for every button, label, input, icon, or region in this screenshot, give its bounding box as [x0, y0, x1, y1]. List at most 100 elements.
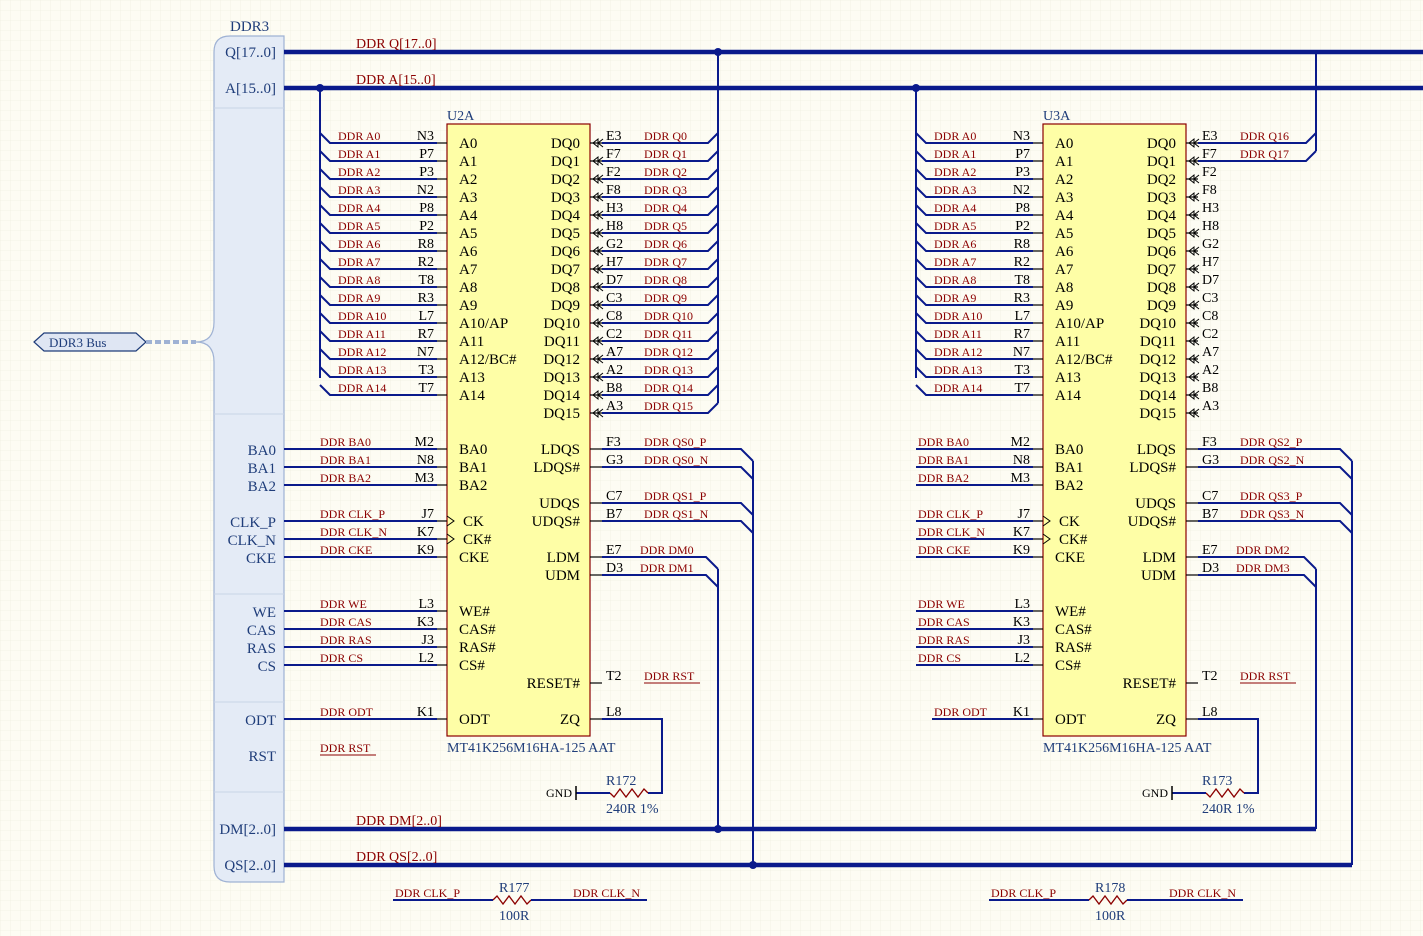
net-label-ddr-a1[interactable]: DDR A1 — [338, 147, 380, 161]
net-label-ddr-a6[interactable]: DDR A6 — [338, 237, 380, 251]
harness-entry-ba2[interactable]: BA2 — [248, 479, 276, 495]
net-label-ddr-ras[interactable]: DDR RAS — [320, 633, 372, 647]
net-label-ddr-qs3-p[interactable]: DDR QS3_P — [1240, 489, 1303, 503]
harness-entry-clk-n[interactable]: CLK_N — [228, 533, 277, 549]
net-label-ddr-a9[interactable]: DDR A9 — [934, 291, 976, 305]
net-label-ddr-a5[interactable]: DDR A5 — [934, 219, 976, 233]
harness-entry-odt[interactable]: ODT — [245, 713, 276, 729]
net-label-ddr-q6[interactable]: DDR Q6 — [644, 237, 687, 251]
net-label-ddr-a13[interactable]: DDR A13 — [934, 363, 982, 377]
harness-entry-clk-p[interactable]: CLK_P — [230, 515, 276, 531]
net-label-ddr-odt[interactable]: DDR ODT — [934, 705, 988, 719]
harness-entry-ba0[interactable]: BA0 — [248, 443, 276, 459]
net-label-ddr-a7[interactable]: DDR A7 — [338, 255, 380, 269]
net-label-ddr-odt[interactable]: DDR ODT — [320, 705, 374, 719]
harness-entry-q-17-0[interactable]: Q[17..0] — [225, 45, 276, 61]
net-label-ddr-a0[interactable]: DDR A0 — [934, 129, 976, 143]
net-label-ddr-clk-p[interactable]: DDR CLK_P — [395, 886, 460, 900]
net-label-ddr-a8[interactable]: DDR A8 — [338, 273, 380, 287]
net-label-ddr-clk-p[interactable]: DDR CLK_P — [320, 507, 385, 521]
net-label-ddr-qs2-p[interactable]: DDR QS2_P — [1240, 435, 1303, 449]
net-label-ddr-q13[interactable]: DDR Q13 — [644, 363, 693, 377]
harness-entry-we[interactable]: WE — [253, 605, 276, 621]
net-label-ddr-dm3[interactable]: DDR DM3 — [1236, 561, 1290, 575]
net-label-ddr-a11[interactable]: DDR A11 — [934, 327, 982, 341]
net-label-ddr-a3[interactable]: DDR A3 — [338, 183, 380, 197]
net-label-ddr-ba2[interactable]: DDR BA2 — [918, 471, 969, 485]
net-label-ddr-q16[interactable]: DDR Q16 — [1240, 129, 1289, 143]
net-label-ddr-a9[interactable]: DDR A9 — [338, 291, 380, 305]
net-label-ddr-a2[interactable]: DDR A2 — [338, 165, 380, 179]
net-label-ddr-a6[interactable]: DDR A6 — [934, 237, 976, 251]
net-label-ddr-cke[interactable]: DDR CKE — [320, 543, 372, 557]
net-label-ddr-we[interactable]: DDR WE — [918, 597, 965, 611]
net-label-ddr-a13[interactable]: DDR A13 — [338, 363, 386, 377]
harness-entry-cas[interactable]: CAS — [247, 623, 276, 639]
net-label-ddr-ba0[interactable]: DDR BA0 — [918, 435, 969, 449]
harness-entry-a-15-0[interactable]: A[15..0] — [225, 81, 276, 97]
net-label-ddr-a4[interactable]: DDR A4 — [338, 201, 380, 215]
net-label-ddr-qs1-p[interactable]: DDR QS1_P — [644, 489, 707, 503]
harness-entry-qs-2-0[interactable]: QS[2..0] — [224, 858, 276, 874]
net-label-ddr-we[interactable]: DDR WE — [320, 597, 367, 611]
net-label-ddr-a3[interactable]: DDR A3 — [934, 183, 976, 197]
net-label-ddr-cke[interactable]: DDR CKE — [918, 543, 970, 557]
net-label-ddr-cs[interactable]: DDR CS — [918, 651, 961, 665]
net-label-ddr-q1[interactable]: DDR Q1 — [644, 147, 687, 161]
net-label-ddr-ba1[interactable]: DDR BA1 — [918, 453, 969, 467]
harness-entry-ras[interactable]: RAS — [247, 641, 276, 657]
net-label-ddr-a10[interactable]: DDR A10 — [934, 309, 982, 323]
net-label-ddr-a5[interactable]: DDR A5 — [338, 219, 380, 233]
harness-entry-rst[interactable]: RST — [248, 749, 276, 765]
net-label-ddr-a7[interactable]: DDR A7 — [934, 255, 976, 269]
net-label-ddr-q17[interactable]: DDR Q17 — [1240, 147, 1289, 161]
harness-entry-ba1[interactable]: BA1 — [248, 461, 276, 477]
net-label-ddr-q11[interactable]: DDR Q11 — [644, 327, 693, 341]
harness-entry-cs[interactable]: CS — [258, 659, 276, 675]
net-label-ddr-q7[interactable]: DDR Q7 — [644, 255, 687, 269]
net-label-ddr-q9[interactable]: DDR Q9 — [644, 291, 687, 305]
net-label-ddr-clk-n[interactable]: DDR CLK_N — [918, 525, 985, 539]
net-label-ddr-qs1-n[interactable]: DDR QS1_N — [644, 507, 709, 521]
net-label-ddr-a11[interactable]: DDR A11 — [338, 327, 386, 341]
net-label-ddr-qs0-p[interactable]: DDR QS0_P — [644, 435, 707, 449]
net-label-ddr-dm1[interactable]: DDR DM1 — [640, 561, 694, 575]
net-label-ddr-a8[interactable]: DDR A8 — [934, 273, 976, 287]
net-label-ddr-rst[interactable]: DDR RST — [1240, 669, 1291, 683]
net-label-ddr-clk-n[interactable]: DDR CLK_N — [1169, 886, 1236, 900]
net-label-ddr-q14[interactable]: DDR Q14 — [644, 381, 693, 395]
net-label-ddr-ras[interactable]: DDR RAS — [918, 633, 970, 647]
net-label-ddr-cas[interactable]: DDR CAS — [918, 615, 970, 629]
net-label-ddr-q12[interactable]: DDR Q12 — [644, 345, 693, 359]
net-label-ddr-a0[interactable]: DDR A0 — [338, 129, 380, 143]
net-label-ddr-clk-n[interactable]: DDR CLK_N — [573, 886, 640, 900]
net-label-ddr-a12[interactable]: DDR A12 — [338, 345, 386, 359]
net-label-ddr-q5[interactable]: DDR Q5 — [644, 219, 687, 233]
net-label-ddr-qs0-n[interactable]: DDR QS0_N — [644, 453, 709, 467]
net-label-ddr-clk-p[interactable]: DDR CLK_P — [918, 507, 983, 521]
net-label-ddr-a12[interactable]: DDR A12 — [934, 345, 982, 359]
net-label-ddr-dm0[interactable]: DDR DM0 — [640, 543, 694, 557]
net-label-ddr-q15[interactable]: DDR Q15 — [644, 399, 693, 413]
net-label-ddr-ba1[interactable]: DDR BA1 — [320, 453, 371, 467]
net-label-ddr-q10[interactable]: DDR Q10 — [644, 309, 693, 323]
net-label-ddr-a14[interactable]: DDR A14 — [934, 381, 982, 395]
net-label-ddr-qs2-n[interactable]: DDR QS2_N — [1240, 453, 1305, 467]
net-label-ddr-dm2[interactable]: DDR DM2 — [1236, 543, 1290, 557]
net-label-ddr-rst-harness[interactable]: DDR RST — [320, 741, 371, 755]
net-label-ddr-a1[interactable]: DDR A1 — [934, 147, 976, 161]
harness-entry-dm-2-0[interactable]: DM[2..0] — [219, 822, 276, 838]
net-label-ddr-q0[interactable]: DDR Q0 — [644, 129, 687, 143]
net-label-ddr-a4[interactable]: DDR A4 — [934, 201, 976, 215]
net-label-ddr-qs3-n[interactable]: DDR QS3_N — [1240, 507, 1305, 521]
net-label-ddr-ba0[interactable]: DDR BA0 — [320, 435, 371, 449]
net-label-ddr-q8[interactable]: DDR Q8 — [644, 273, 687, 287]
net-label-ddr-cs[interactable]: DDR CS — [320, 651, 363, 665]
net-label-ddr-ba2[interactable]: DDR BA2 — [320, 471, 371, 485]
harness-entry-cke[interactable]: CKE — [246, 551, 276, 567]
net-label-ddr-a10[interactable]: DDR A10 — [338, 309, 386, 323]
net-label-ddr-rst[interactable]: DDR RST — [644, 669, 695, 683]
net-label-ddr-clk-p[interactable]: DDR CLK_P — [991, 886, 1056, 900]
net-label-ddr-q4[interactable]: DDR Q4 — [644, 201, 687, 215]
net-label-ddr-a14[interactable]: DDR A14 — [338, 381, 386, 395]
